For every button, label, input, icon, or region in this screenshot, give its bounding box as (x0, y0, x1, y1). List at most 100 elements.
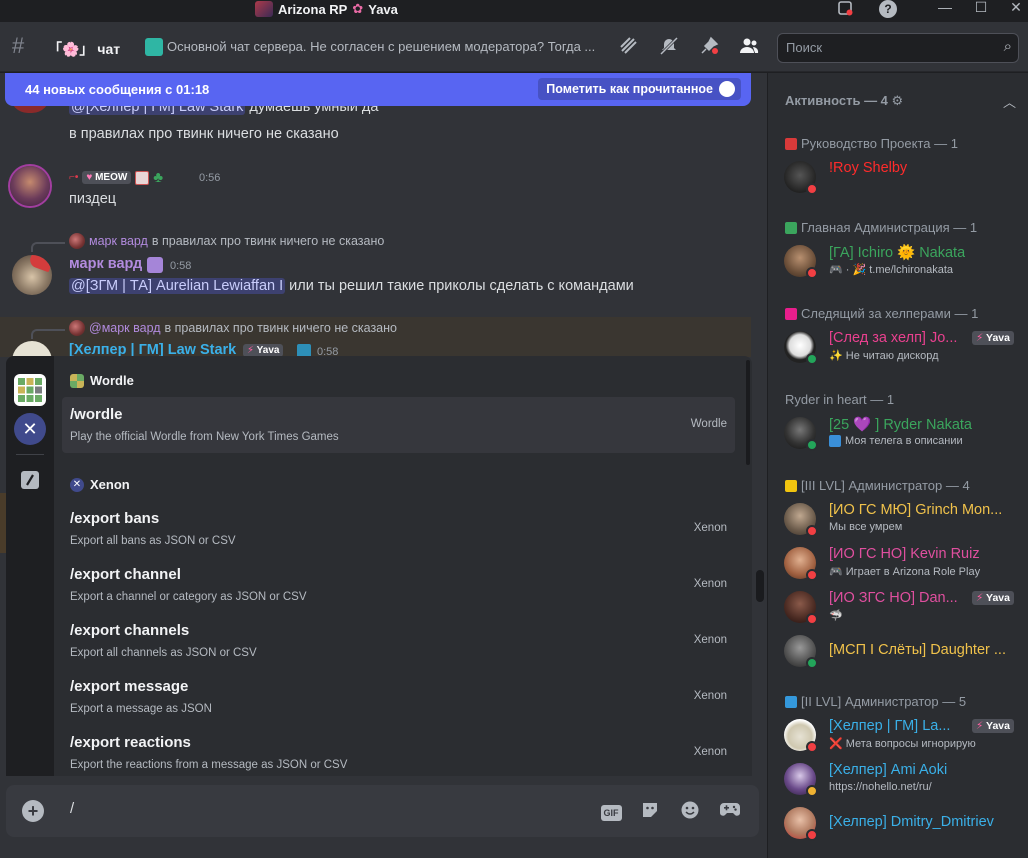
reply-preview[interactable]: марк вард в правилах про твинк ничего не… (69, 233, 384, 249)
mark-read-button[interactable]: Пометить как прочитанное (538, 78, 741, 100)
presence-dnd-icon (806, 741, 818, 753)
user-mention[interactable]: @[ЗГМ | ТА] Aurelian Lewiaffan I (69, 278, 286, 294)
member-name: [Хелпер] Dmitry_Dmitriev (829, 814, 994, 830)
xenon-app-icon[interactable]: ✕ (14, 413, 46, 445)
command-source: Xenon (693, 634, 727, 646)
role-icon (785, 307, 797, 320)
command-source: Wordle (690, 418, 727, 430)
message-author[interactable]: ⌐• ♥ MEOW ♣ (69, 169, 163, 186)
presence-online-icon (806, 657, 818, 669)
chevron-up-icon[interactable]: ︿ (1003, 92, 1016, 111)
message-author[interactable]: марк вард (69, 256, 142, 272)
title-bar: Arizona RP ✿ Yava ? — ☐ ✕ (0, 0, 1028, 22)
reply-line (31, 242, 65, 252)
message-avatar[interactable] (10, 166, 50, 206)
wordle-app-icon[interactable] (14, 374, 46, 406)
member-name: [ИО ГС МЮ] Grinch Mon... (829, 502, 1003, 518)
command-option[interactable]: /export channels Export all channels as … (62, 613, 735, 669)
presence-dnd-icon (806, 829, 818, 841)
group-title: Ryder in heart — 1 (785, 392, 895, 407)
reply-line (31, 329, 65, 339)
close-button[interactable]: ✕ (1006, 0, 1026, 16)
role-icon (785, 695, 797, 708)
command-description: Play the official Wordle from New York T… (70, 431, 339, 443)
message-avatar[interactable] (12, 255, 52, 295)
member-name: [МСП I Слёты] Daughter ... (829, 642, 1006, 658)
member-item[interactable]: !Roy Shelby (784, 156, 1024, 198)
xenon-icon: ✕ (70, 477, 84, 492)
maximize-button[interactable]: ☐ (971, 0, 991, 16)
member-item[interactable]: [ГА] Ichiro 🌞 Nakata 🎮 · 🎉 t.me/lchirona… (784, 240, 1024, 282)
section-header-xenon: ✕ Xenon (70, 477, 130, 492)
attach-plus-icon[interactable]: + (22, 800, 44, 822)
message-text-tail: или ты решил такие приколы сделать с ком… (285, 278, 634, 294)
activity-title: Активность — 4 (785, 93, 888, 108)
reply-author: @марк вард (89, 321, 161, 335)
sticker-icon[interactable] (640, 801, 660, 821)
server-avatar-icon (255, 1, 273, 17)
members-icon[interactable] (738, 36, 760, 58)
command-option[interactable]: /export reactions Export the reactions f… (62, 725, 735, 776)
command-option[interactable]: /export bans Export all bans as JSON or … (62, 501, 735, 557)
rail-divider (16, 454, 44, 455)
member-status: https://nohello.net/ru/ (829, 781, 932, 793)
new-messages-bar[interactable]: 44 новых сообщения с 01:18 Пометить как … (5, 73, 751, 106)
member-group-header: Руководство Проекта — 1 (785, 136, 958, 151)
gif-icon[interactable]: GIF (600, 801, 622, 821)
message-text: пиздец (69, 191, 117, 207)
member-name: [ИО ЗГС НО] Dan... (829, 590, 958, 606)
member-name: [ИО ГС НО] Kevin Ruiz (829, 546, 980, 562)
channel-topic[interactable]: Основной чат сервера. Не согласен с реше… (167, 39, 607, 54)
command-option[interactable]: /wordle Play the official Wordle from Ne… (62, 397, 735, 453)
member-item[interactable]: [ИО ЗГС НО] Dan... 🦈 ⚡ Yava (784, 586, 1024, 628)
mute-icon[interactable] (658, 36, 680, 58)
gear-icon[interactable]: ⚙ (892, 93, 904, 108)
activity-header[interactable]: Активность — 4 ⚙ (785, 93, 903, 109)
gif-label: GIF (600, 805, 622, 821)
member-item[interactable]: [След за хелп] Jo... ✨ Не читаю дискорд … (784, 326, 1024, 368)
activities-icon[interactable] (720, 801, 740, 821)
member-item[interactable]: [МСП I Слёты] Daughter ... (784, 630, 1024, 672)
member-item[interactable]: [25 💜 ] Ryder Nakata Моя телега в описан… (784, 412, 1024, 454)
slash-command-popup: ✕ Wordle /wordle Play the official Wordl… (6, 356, 752, 776)
emoji-icon[interactable] (680, 801, 700, 821)
member-status: 🎮 · 🎉 t.me/lchironakata (829, 264, 953, 276)
section-title: Wordle (90, 373, 134, 388)
reply-text: в правилах про твинк ничего не сказано (151, 234, 385, 248)
svg-text:?: ? (884, 2, 891, 16)
window-title-suffix: Yava (368, 1, 398, 17)
inbox-icon[interactable] (836, 0, 854, 16)
mark-read-label: Пометить как прочитанное (546, 82, 713, 96)
command-name: /wordle (70, 406, 123, 423)
command-option[interactable]: /export message Export a message as JSON… (62, 669, 735, 725)
member-group-header: Главная Администрация — 1 (785, 220, 977, 235)
group-title: Главная Администрация — 1 (801, 220, 978, 235)
member-item[interactable]: [ИО ГС МЮ] Grinch Mon... Мы все умрем (784, 498, 1024, 540)
threads-icon[interactable] (618, 36, 640, 58)
member-name: [След за хелп] Jo... (829, 330, 958, 346)
member-badge: ⚡ Yava (971, 591, 1014, 605)
minimize-button[interactable]: — (935, 0, 955, 16)
message-text: @[ЗГМ | ТА] Aurelian Lewiaffan I или ты … (69, 278, 634, 294)
member-item[interactable]: [Хелпер | ГМ] La... ❌ Мета вопросы игнор… (784, 714, 1024, 756)
pin-icon[interactable] (698, 36, 720, 58)
built-in-commands-icon[interactable] (14, 464, 46, 496)
member-item[interactable]: [Хелпер] Ami Aoki https://nohello.net/ru… (784, 758, 1024, 800)
command-description: Export all bans as JSON or CSV (70, 535, 236, 547)
chat-scrollbar[interactable] (756, 570, 764, 602)
command-source: Xenon (693, 522, 727, 534)
popup-scrollbar[interactable] (746, 360, 750, 465)
message-input[interactable]: / (70, 800, 74, 817)
command-option[interactable]: /export channel Export a channel or cate… (62, 557, 735, 613)
member-item[interactable]: [ИО ГС НО] Kevin Ruiz 🎮 Играет в Arizona… (784, 542, 1024, 584)
reply-preview[interactable]: @марк вард в правилах про твинк ничего н… (69, 320, 397, 336)
card-icon (135, 170, 150, 185)
member-name: [Хелпер] Ami Aoki (829, 762, 948, 778)
command-source: Xenon (693, 746, 727, 758)
reply-text: в правилах про твинк ничего не сказано (164, 321, 397, 335)
section-title: Xenon (90, 477, 130, 492)
member-item[interactable]: [Хелпер] Dmitry_Dmitriev (784, 802, 1024, 844)
help-icon[interactable]: ? (878, 0, 898, 18)
search-input[interactable]: Поиск ⌕ (777, 33, 1019, 63)
group-title: Руководство Проекта — 1 (801, 136, 958, 151)
